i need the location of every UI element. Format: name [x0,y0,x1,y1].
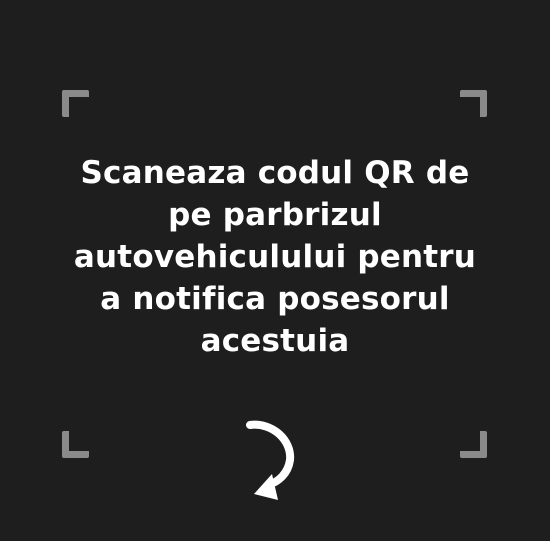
scan-frame-corner-top-left [62,90,89,117]
scan-frame-corner-bottom-right [460,431,487,458]
qr-scanner-view: Scaneaza codul QR de pe parbrizul autove… [0,0,550,541]
scan-frame-corner-bottom-left [62,431,89,458]
scan-instruction-text: Scaneaza codul QR de pe parbrizul autove… [73,155,477,359]
scan-frame-corner-top-right [460,90,487,117]
rotate-cw-icon [246,420,295,500]
rotate-camera-button[interactable] [240,412,308,510]
